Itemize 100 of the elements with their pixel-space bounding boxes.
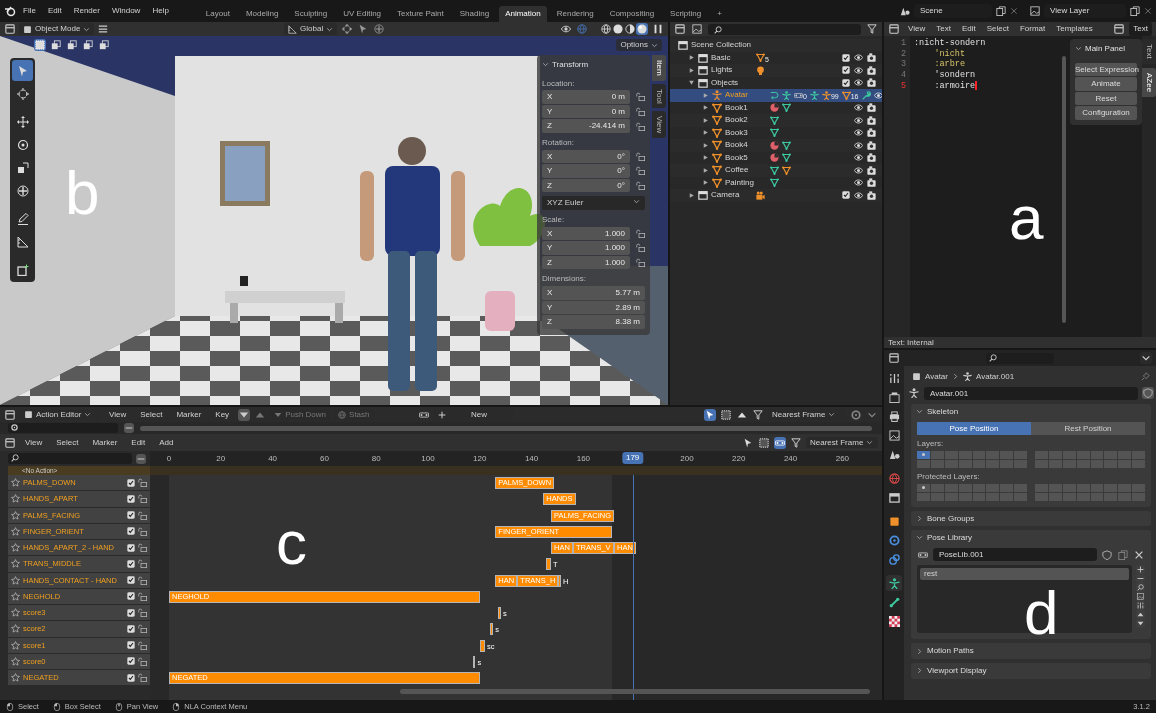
workspace-tab[interactable]: Animation	[499, 6, 547, 22]
number-field[interactable]: X 0 m	[542, 90, 630, 104]
view-layer-field[interactable]: View Layer	[1044, 4, 1126, 18]
orientation-dropdown[interactable]: Global	[284, 23, 338, 35]
breadcrumb-item[interactable]: Avatar	[925, 372, 948, 382]
line-number: 3	[899, 59, 906, 70]
number-field[interactable]: X 0°	[542, 149, 630, 164]
field-value: 0 m	[611, 92, 625, 102]
workspace-tab[interactable]: Sculpting	[288, 6, 334, 22]
number-field[interactable]: Z 0°	[542, 178, 630, 193]
panel-title[interactable]: Motion Paths	[927, 646, 974, 656]
item-label: Painting	[725, 177, 755, 188]
workspace-tab[interactable]: UV Editing	[337, 6, 388, 22]
axis-label: X	[547, 228, 553, 239]
mode-dropdown[interactable]: Object Mode	[19, 23, 95, 35]
outliner-row[interactable]: Painting	[670, 176, 882, 189]
outliner-row[interactable]: Objects	[670, 76, 882, 89]
number-field[interactable]: Y 1.000	[542, 241, 630, 255]
current-frame-indicator[interactable]: 179	[621, 452, 644, 464]
panel-title[interactable]: Pose Library	[927, 533, 972, 543]
outliner-row[interactable]: Book3	[670, 126, 882, 139]
outliner-row[interactable]: Book1	[670, 101, 882, 114]
workspace-tab[interactable]: Rendering	[550, 6, 600, 22]
datablock-field[interactable]: Avatar.001	[924, 386, 1138, 401]
scene-field[interactable]: Scene	[914, 4, 992, 18]
panel-button[interactable]: Select Expression	[1075, 62, 1137, 77]
menu-item[interactable]: Marker	[87, 435, 123, 450]
frame-number: 240	[783, 454, 798, 464]
sidebar-tab[interactable]: Tool	[652, 83, 666, 109]
outliner-row[interactable]: Book5	[670, 151, 882, 164]
number-field[interactable]: Y 2.89 m	[542, 300, 645, 315]
rotation-mode-dropdown[interactable]: XYZ Euler	[542, 196, 645, 210]
segmented-option[interactable]: Rest Position	[1031, 421, 1145, 436]
frame-number: 220	[732, 454, 746, 464]
workspace-tab[interactable]: Shading	[453, 6, 496, 22]
menu-item[interactable]: Edit	[126, 435, 151, 450]
field-value: 0°	[617, 180, 625, 191]
axis-label: X	[547, 287, 553, 298]
menu-item[interactable]: Select	[51, 435, 84, 450]
section-label: Scale:	[542, 213, 566, 226]
code-line: :arbre	[933, 59, 966, 70]
frame-number: 0	[166, 454, 172, 464]
menu-item[interactable]: Select	[983, 22, 1012, 36]
menu-item[interactable]: Marker	[171, 407, 207, 422]
axis-label: Y	[547, 243, 553, 253]
workspace-tab[interactable]: Scripting	[664, 6, 708, 22]
menu-item[interactable]: Select	[135, 407, 168, 422]
menu-item[interactable]: Edit	[42, 4, 67, 18]
add-workspace-button[interactable]: +	[711, 6, 728, 22]
menu-item[interactable]: Edit	[958, 22, 979, 36]
menu-item[interactable]: File	[18, 4, 41, 18]
menu-item[interactable]: Format	[1016, 22, 1049, 36]
workspace-tab[interactable]: Texture Paint	[391, 6, 450, 22]
item-label: Coffee	[725, 165, 750, 176]
segmented-option[interactable]: Pose Position	[917, 421, 1031, 436]
menu-item[interactable]: Add	[154, 435, 179, 450]
number-field[interactable]: Y 0 m	[542, 104, 630, 119]
sidebar-tab[interactable]: AZee	[1142, 67, 1156, 97]
menu-item[interactable]: View	[905, 22, 929, 36]
panel-title[interactable]: Bone Groups	[927, 513, 975, 524]
number-field[interactable]: X 1.000	[542, 226, 630, 241]
workspace-tab[interactable]: Modeling	[239, 6, 285, 22]
panel-button[interactable]: Configuration	[1075, 106, 1137, 120]
code-line: 'nicht	[933, 48, 966, 59]
field-value: 0 m	[611, 106, 625, 117]
menu-item[interactable]: Help	[147, 4, 174, 18]
workspace-tab[interactable]: Layout	[199, 6, 236, 22]
panel-title[interactable]: Viewport Display	[927, 665, 987, 676]
workspace-tab[interactable]: Compositing	[603, 6, 661, 22]
menu-item[interactable]: Templates	[1053, 22, 1096, 36]
number-field[interactable]: X 5.77 m	[542, 285, 645, 300]
code-line: :armoire	[933, 80, 978, 92]
breadcrumb-item[interactable]: Avatar.001	[976, 372, 1015, 382]
text-name-field[interactable]: Text	[1129, 22, 1152, 36]
sidebar-tab[interactable]: Item	[652, 55, 666, 81]
number-field[interactable]: Y 0°	[542, 164, 630, 178]
panel-button[interactable]: Animate	[1075, 77, 1137, 91]
sidebar-tab[interactable]: View	[652, 111, 666, 139]
menu-item[interactable]: View	[20, 435, 48, 450]
menu-item[interactable]: Render	[68, 4, 105, 18]
number-field[interactable]: Z 8.38 m	[542, 315, 645, 329]
sidebar-tab[interactable]: Text	[1142, 39, 1156, 64]
number-field[interactable]: Z -24.414 m	[542, 119, 630, 133]
item-label: Basic	[711, 52, 732, 63]
menu-item[interactable]: Key	[210, 407, 235, 422]
menu-item[interactable]: Window	[106, 4, 146, 18]
number-field[interactable]: Z 1.000	[542, 255, 630, 270]
snap-dropdown[interactable]: Nearest Frame	[806, 436, 878, 449]
field-value: 1.000	[604, 243, 625, 253]
options-dropdown[interactable]: Options	[616, 39, 662, 51]
panel-button[interactable]: Reset	[1075, 91, 1137, 106]
menu-item[interactable]: View	[104, 407, 132, 422]
axis-label: X	[547, 92, 553, 102]
section-label: Rotation:	[542, 136, 576, 149]
annotation-letter: d	[1024, 588, 1059, 638]
menu-item[interactable]: Text	[933, 22, 954, 36]
pose-item[interactable]: rest	[920, 568, 1129, 580]
panel-title[interactable]: Skeleton	[927, 407, 959, 417]
annotation-letter: a	[1009, 187, 1044, 249]
library-name-field[interactable]: PoseLib.001	[933, 547, 1097, 562]
